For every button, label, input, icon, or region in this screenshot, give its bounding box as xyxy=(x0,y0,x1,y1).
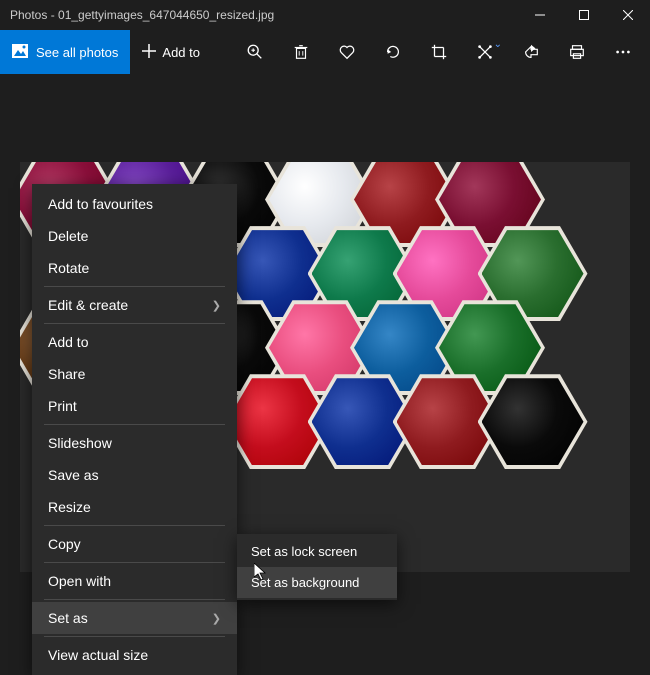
maximize-button[interactable] xyxy=(562,0,606,30)
window-controls xyxy=(518,0,650,30)
menu-resize[interactable]: Resize xyxy=(32,491,237,523)
toolbar: See all photos Add to ⌄ xyxy=(0,30,650,74)
more-button[interactable] xyxy=(604,33,642,71)
minimize-button[interactable] xyxy=(518,0,562,30)
print-button[interactable] xyxy=(558,33,596,71)
menu-add-to[interactable]: Add to xyxy=(32,326,237,358)
context-menu: Add to favourites Delete Rotate Edit & c… xyxy=(32,184,237,675)
chevron-right-icon: ❯ xyxy=(212,299,221,312)
rotate-button[interactable] xyxy=(374,33,412,71)
menu-delete[interactable]: Delete xyxy=(32,220,237,252)
menu-edit-create[interactable]: Edit & create❯ xyxy=(32,289,237,321)
menu-view-actual-size[interactable]: View actual size xyxy=(32,639,237,671)
see-all-photos-button[interactable]: See all photos xyxy=(0,30,130,74)
toolbar-icons: ⌄ xyxy=(236,33,650,71)
menu-save-as[interactable]: Save as xyxy=(32,459,237,491)
menu-rotate[interactable]: Rotate xyxy=(32,252,237,284)
menu-print[interactable]: Print xyxy=(32,390,237,422)
delete-button[interactable] xyxy=(282,33,320,71)
cursor-icon xyxy=(254,563,268,581)
menu-open-with[interactable]: Open with xyxy=(32,565,237,597)
photos-icon xyxy=(12,44,28,61)
edit-create-button[interactable]: ⌄ xyxy=(466,33,504,71)
menu-slideshow[interactable]: Slideshow xyxy=(32,427,237,459)
plus-icon xyxy=(142,44,156,61)
window-title: Photos - 01_gettyimages_647044650_resize… xyxy=(10,8,518,22)
add-to-button[interactable]: Add to xyxy=(130,30,212,74)
separator xyxy=(44,323,225,324)
separator xyxy=(44,562,225,563)
separator xyxy=(44,525,225,526)
separator xyxy=(44,599,225,600)
separator xyxy=(44,424,225,425)
menu-share[interactable]: Share xyxy=(32,358,237,390)
menu-add-favourites[interactable]: Add to favourites xyxy=(32,188,237,220)
chevron-down-icon: ⌄ xyxy=(494,39,502,50)
share-button[interactable] xyxy=(512,33,550,71)
see-all-label: See all photos xyxy=(36,45,118,60)
titlebar: Photos - 01_gettyimages_647044650_resize… xyxy=(0,0,650,30)
chevron-right-icon: ❯ xyxy=(212,612,221,625)
separator xyxy=(44,636,225,637)
menu-copy[interactable]: Copy xyxy=(32,528,237,560)
separator xyxy=(44,286,225,287)
zoom-button[interactable] xyxy=(236,33,274,71)
menu-set-as[interactable]: Set as❯ xyxy=(32,602,237,634)
favourite-button[interactable] xyxy=(328,33,366,71)
add-to-label: Add to xyxy=(162,45,200,60)
close-button[interactable] xyxy=(606,0,650,30)
crop-button[interactable] xyxy=(420,33,458,71)
